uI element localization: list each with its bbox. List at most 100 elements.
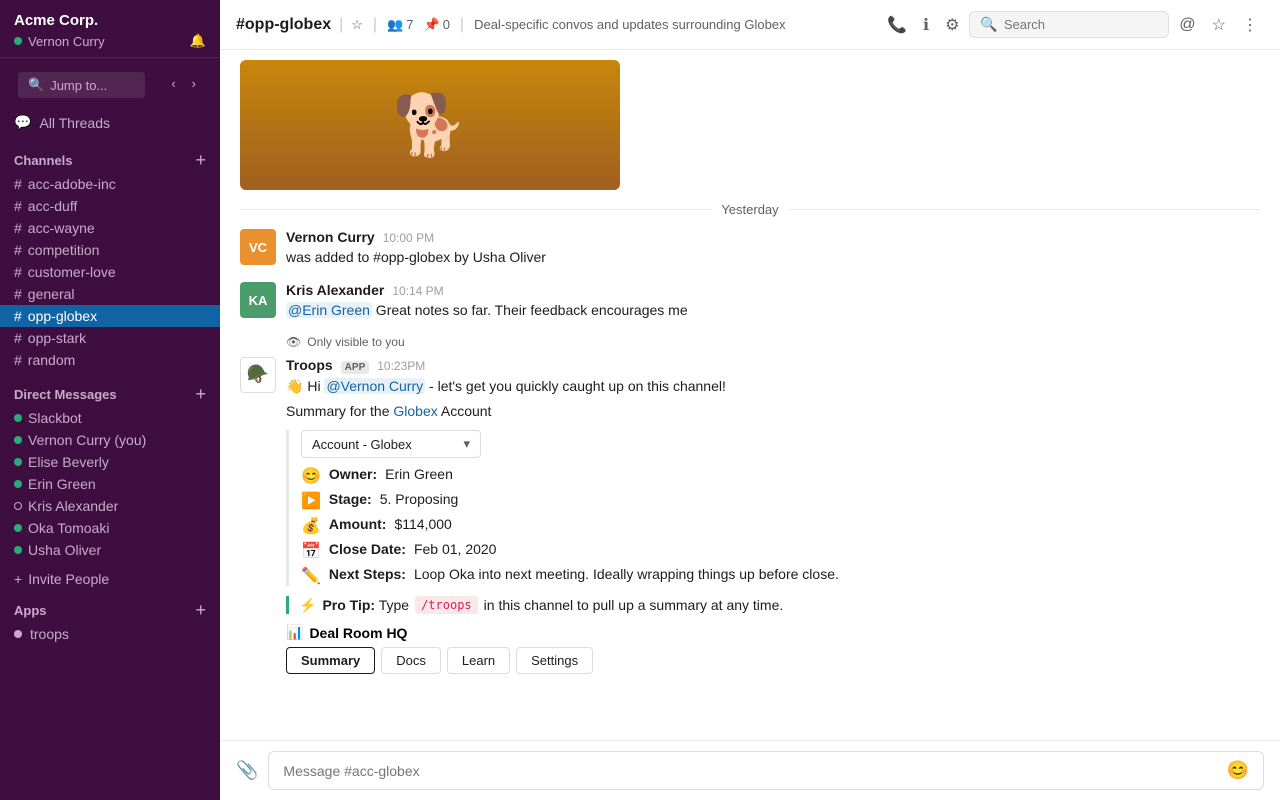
- channel-name: competition: [28, 242, 100, 258]
- online-dot-vernon: [14, 436, 22, 444]
- channel-item-opp-globex[interactable]: # opp-globex: [0, 305, 220, 327]
- channel-item-opp-stark[interactable]: # opp-stark: [0, 327, 220, 349]
- topbar-divider: |: [339, 16, 343, 34]
- tab-summary[interactable]: Summary: [286, 647, 375, 674]
- nav-back-button[interactable]: ‹: [165, 73, 181, 94]
- message-time-2: 10:14 PM: [392, 284, 443, 298]
- online-dot-elise: [14, 458, 22, 466]
- dm-list: Slackbot Vernon Curry (you) Elise Beverl…: [0, 407, 220, 561]
- more-options-button[interactable]: ⋮: [1236, 11, 1264, 39]
- star-channel-icon[interactable]: ☆: [351, 17, 363, 33]
- channel-item-acc-wayne[interactable]: # acc-wayne: [0, 217, 220, 239]
- card-amount-row: 💰 Amount: $114,000: [301, 516, 1260, 536]
- owner-emoji-icon: 😊: [301, 466, 321, 486]
- online-dot-erin: [14, 480, 22, 488]
- pro-tip-row: ⚡ Pro Tip: Type /troops in this channel …: [286, 596, 1260, 614]
- dm-item-slackbot[interactable]: Slackbot: [0, 407, 220, 429]
- channel-item-competition[interactable]: # competition: [0, 239, 220, 261]
- tab-settings[interactable]: Settings: [516, 647, 593, 674]
- emoji-picker-icon[interactable]: 😊: [1227, 760, 1249, 781]
- owner-value: Erin Green: [385, 466, 453, 482]
- app-badge: APP: [341, 361, 370, 374]
- search-input[interactable]: [1004, 17, 1144, 32]
- wave-emoji: 👋: [286, 378, 303, 394]
- star-icon-button[interactable]: ☆: [1206, 11, 1232, 39]
- dm-item-kris[interactable]: Kris Alexander: [0, 495, 220, 517]
- add-dm-button[interactable]: +: [195, 385, 206, 403]
- channel-name: acc-wayne: [28, 220, 95, 236]
- app-item-troops[interactable]: troops: [0, 623, 220, 645]
- channel-item-general[interactable]: # general: [0, 283, 220, 305]
- invite-people-item[interactable]: + Invite People: [0, 565, 220, 593]
- only-visible-text: Only visible to you: [307, 335, 404, 349]
- mention-vernon[interactable]: @Vernon Curry: [324, 378, 425, 394]
- message-row-troops: 🪖 Troops APP 10:23PM 👋 Hi @Vernon Curry …: [240, 357, 1260, 674]
- dm-item-usha[interactable]: Usha Oliver: [0, 539, 220, 561]
- dm-name: Vernon Curry (you): [28, 432, 146, 448]
- message-content-kris: Kris Alexander 10:14 PM @Erin Green Grea…: [286, 282, 1260, 321]
- threads-icon: 💬: [14, 114, 31, 131]
- all-threads-label: All Threads: [39, 115, 110, 131]
- message-header-troops: Troops APP 10:23PM: [286, 357, 1260, 374]
- dm-item-erin[interactable]: Erin Green: [0, 473, 220, 495]
- card-stage-row: ▶️ Stage: 5. Proposing: [301, 491, 1260, 511]
- channel-name: random: [28, 352, 75, 368]
- offline-dot-kris: [14, 502, 22, 510]
- message-input[interactable]: [283, 763, 1226, 779]
- sidebar-header: Acme Corp. Vernon Curry 🔔: [0, 0, 220, 58]
- mention-icon-button[interactable]: @: [1173, 12, 1201, 38]
- account-dropdown[interactable]: Account - Globex ▾: [301, 430, 481, 458]
- current-user-name: Vernon Curry: [28, 34, 105, 49]
- channel-item-acc-duff[interactable]: # acc-duff: [0, 195, 220, 217]
- online-dot-slackbot: [14, 414, 22, 422]
- dm-name: Usha Oliver: [28, 542, 101, 558]
- channel-item-acc-adobe-inc[interactable]: # acc-adobe-inc: [0, 173, 220, 195]
- channels-section-header: Channels +: [0, 137, 220, 173]
- workspace-name: Acme Corp.: [14, 12, 206, 29]
- dm-item-oka[interactable]: Oka Tomoaki: [0, 517, 220, 539]
- channels-list: # acc-adobe-inc # acc-duff # acc-wayne #…: [0, 173, 220, 371]
- card-nextsteps-row: ✏️ Next Steps: Loop Oka into next meetin…: [301, 566, 1260, 586]
- all-threads-item[interactable]: 💬 All Threads: [0, 108, 220, 137]
- chevron-down-icon: ▾: [463, 436, 470, 452]
- channel-name: general: [28, 286, 75, 302]
- mention-erin[interactable]: @Erin Green: [286, 302, 372, 318]
- message-row-vernon: VC Vernon Curry 10:00 PM was added to #o…: [240, 229, 1260, 268]
- nav-forward-button[interactable]: ›: [186, 73, 202, 94]
- add-channel-button[interactable]: +: [195, 151, 206, 169]
- online-dot-oka: [14, 524, 22, 532]
- phone-icon-button[interactable]: 📞: [881, 11, 913, 39]
- channel-name: opp-stark: [28, 330, 86, 346]
- add-app-button[interactable]: +: [195, 601, 206, 619]
- amount-label: Amount:: [329, 516, 387, 532]
- dm-name: Erin Green: [28, 476, 96, 492]
- dm-item-elise[interactable]: Elise Beverly: [0, 451, 220, 473]
- dm-item-vernon[interactable]: Vernon Curry (you): [0, 429, 220, 451]
- info-icon-button[interactable]: ℹ: [917, 11, 935, 39]
- troops-code: /troops: [415, 596, 478, 614]
- tab-learn[interactable]: Learn: [447, 647, 510, 674]
- attach-file-button[interactable]: 📎: [236, 760, 258, 781]
- tab-docs[interactable]: Docs: [381, 647, 441, 674]
- jump-to-button[interactable]: 🔍 Jump to...: [18, 72, 145, 98]
- bar-chart-icon: 📊: [286, 624, 303, 641]
- stage-emoji-icon: ▶️: [301, 491, 321, 511]
- avatar-vernon: VC: [240, 229, 276, 265]
- apps-section-header: Apps +: [0, 593, 220, 623]
- channel-item-random[interactable]: # random: [0, 349, 220, 371]
- notifications-bell-icon[interactable]: 🔔: [190, 33, 206, 49]
- app-dot-icon: [14, 630, 22, 638]
- message-input-area: 📎 😊: [220, 740, 1280, 800]
- dm-name: Kris Alexander: [28, 498, 118, 514]
- stage-label: Stage:: [329, 491, 372, 507]
- people-icon: 👥: [387, 17, 403, 33]
- dm-name: Oka Tomoaki: [28, 520, 109, 536]
- dm-name: Elise Beverly: [28, 454, 109, 470]
- message-header-kris: Kris Alexander 10:14 PM: [286, 282, 1260, 298]
- message-author-vernon: Vernon Curry: [286, 229, 375, 245]
- settings-icon-button[interactable]: ⚙: [939, 11, 965, 39]
- pro-tip-suffix: in this channel to pull up a summary at …: [484, 597, 784, 613]
- channel-item-customer-love[interactable]: # customer-love: [0, 261, 220, 283]
- yesterday-divider: Yesterday: [240, 202, 1260, 217]
- globex-link[interactable]: Globex: [393, 403, 437, 419]
